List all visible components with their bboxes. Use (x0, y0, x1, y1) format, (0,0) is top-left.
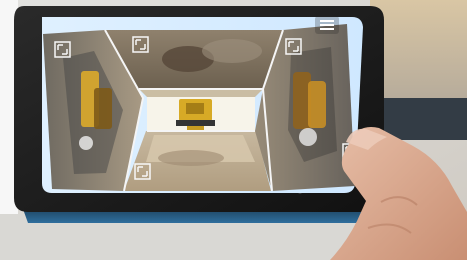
photo-scene (0, 0, 467, 260)
hamburger-menu-icon[interactable] (315, 16, 339, 34)
background-right-blur (370, 0, 467, 98)
photo-svg (0, 0, 467, 260)
